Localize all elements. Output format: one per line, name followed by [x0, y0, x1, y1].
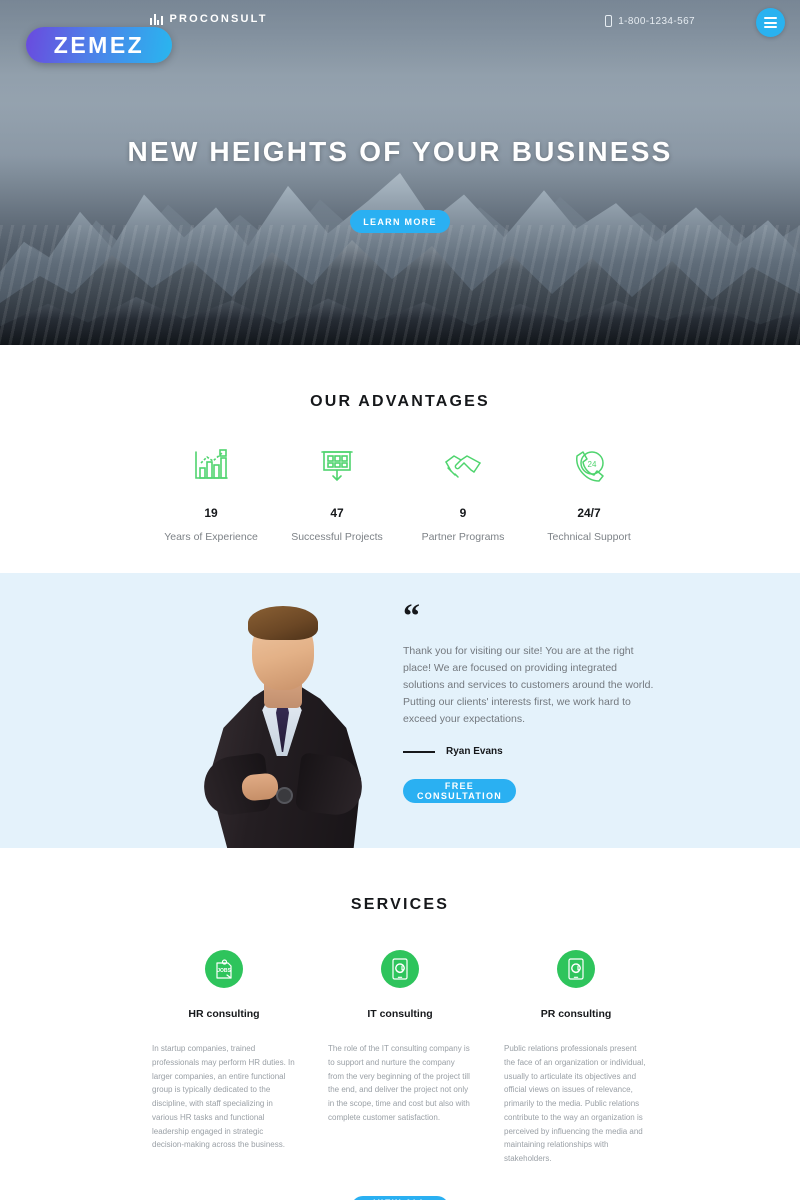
advantage-item: 19 Years of Experience [148, 448, 274, 543]
brand-logo[interactable]: PROCONSULT [150, 13, 268, 25]
advantage-item: 47 Successful Projects [274, 448, 400, 543]
phone-number-text: 1-800-1234-567 [618, 15, 695, 27]
advantage-number: 24/7 [577, 506, 601, 520]
advantage-label: Successful Projects [291, 531, 383, 543]
phone-number[interactable]: 1-800-1234-567 [605, 15, 695, 27]
top-navigation-bar: PROCONSULT 1-800-1234-567 [0, 0, 800, 46]
view-all-services-button[interactable]: VIEW ALL SERVICES [351, 1195, 449, 1200]
author-name: Ryan Evans [446, 746, 503, 757]
hero-section: PROCONSULT 1-800-1234-567 ZEMEZ NEW HEIG… [0, 0, 800, 345]
services-cta-row: VIEW ALL SERVICES [0, 1195, 800, 1200]
svg-text:24: 24 [588, 460, 597, 469]
service-description: Public relations professionals present t… [504, 1044, 646, 1163]
hamburger-menu-button[interactable] [756, 8, 785, 37]
testimonial-author: Ryan Evans [403, 746, 655, 757]
service-description: The role of the IT consulting company is… [328, 1044, 470, 1122]
free-consultation-button[interactable]: FREE CONSULTATION [403, 779, 516, 803]
author-dash-divider [403, 750, 435, 753]
mobile-phone-icon [605, 15, 613, 27]
learn-more-button[interactable]: LEARN MORE [350, 210, 450, 233]
service-description: In startup companies, trained profession… [152, 1044, 295, 1150]
businessman-portrait-photo [190, 556, 376, 848]
presentation-board-icon [274, 448, 400, 484]
testimonial-content: “ Thank you for visiting our site! You a… [403, 598, 655, 803]
services-section: SERVICES JOBS HR consulting In startup c… [0, 848, 800, 1200]
testimonial-section: “ Thank you for visiting our site! You a… [0, 573, 800, 848]
testimonial-text: Thank you for visiting our site! You are… [403, 645, 654, 725]
hero-content: NEW HEIGHTS OF YOUR BUSINESS LEARN MORE [0, 0, 800, 345]
service-title: IT consulting [367, 1008, 433, 1020]
service-card[interactable]: JOBS HR consulting In startup companies,… [152, 950, 296, 1166]
advantages-title: OUR ADVANTAGES [310, 393, 490, 410]
services-title: SERVICES [350, 896, 450, 913]
advantage-number: 47 [330, 506, 344, 520]
tablet-email-icon [557, 950, 595, 988]
brand-name: PROCONSULT [169, 13, 268, 25]
hero-title: NEW HEIGHTS OF YOUR BUSINESS [127, 136, 673, 167]
tablet-email-icon [381, 950, 419, 988]
service-card[interactable]: IT consulting The role of the IT consult… [328, 950, 472, 1166]
24-hour-support-phone-icon: 24 [526, 448, 652, 484]
advantage-item: 9 Partner Programs [400, 448, 526, 543]
handshake-icon [400, 448, 526, 484]
service-title: PR consulting [540, 1008, 612, 1020]
services-grid: JOBS HR consulting In startup companies,… [0, 950, 800, 1166]
service-title: HR consulting [188, 1008, 260, 1020]
advantage-label: Technical Support [547, 531, 631, 543]
jobs-document-icon: JOBS [205, 950, 243, 988]
advantage-number: 9 [459, 506, 467, 520]
advantage-item: 24 24/7 Technical Support [526, 448, 652, 543]
advantage-label: Partner Programs [421, 531, 505, 543]
advantages-grid: 19 Years of Experience 47 Successful Pro… [0, 448, 800, 543]
quote-mark-icon: “ [403, 598, 420, 635]
bar-chart-icon [150, 13, 163, 25]
hamburger-menu-icon [764, 17, 777, 19]
svg-text:JOBS: JOBS [217, 968, 231, 974]
growth-chart-icon [148, 448, 274, 484]
advantage-label: Years of Experience [164, 531, 258, 543]
service-card[interactable]: PR consulting Public relations professio… [504, 950, 648, 1166]
advantage-number: 19 [204, 506, 218, 520]
advantages-section: OUR ADVANTAGES 19 Years of Experience 47… [0, 345, 800, 573]
